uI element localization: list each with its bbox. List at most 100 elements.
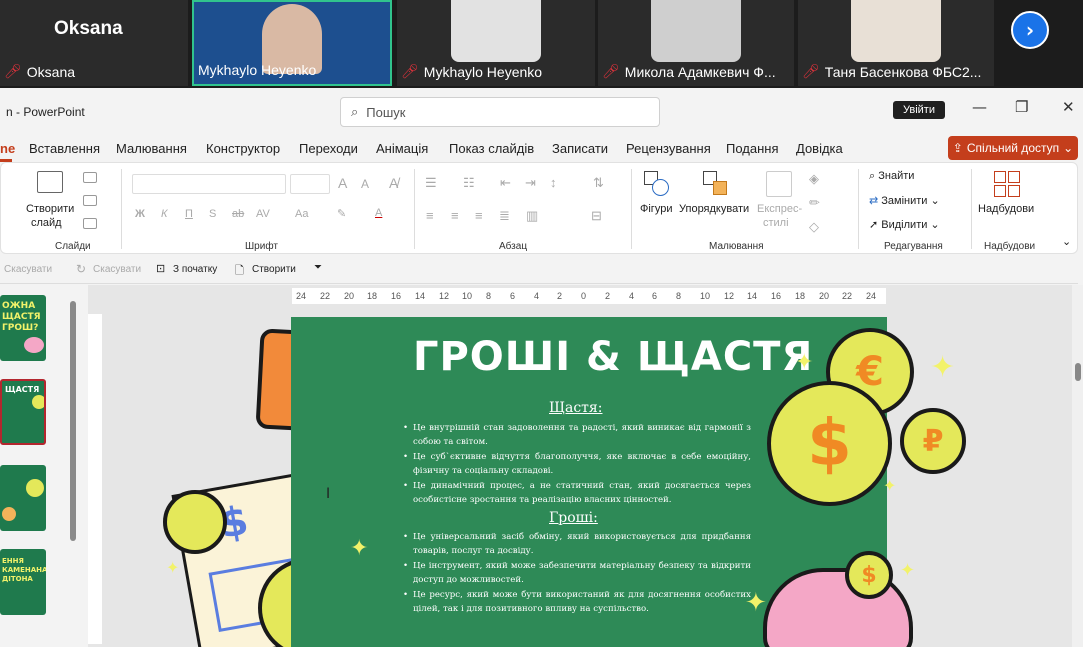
columns-icon[interactable]: ▥ — [526, 208, 538, 224]
next-participants-button[interactable]: › — [1011, 11, 1049, 49]
align-text-icon[interactable]: ⊟ — [591, 208, 602, 224]
close-icon[interactable]: ✕ — [1062, 98, 1075, 116]
tab-animations[interactable]: Анімація — [376, 141, 428, 156]
layout-icon[interactable] — [83, 172, 97, 183]
bullets-icon[interactable]: ☰ — [425, 175, 437, 191]
quick-access-toolbar: Скасувати ↻ Скасувати ⊡ З початку 🗋 Ство… — [0, 256, 1078, 284]
find-button[interactable]: ⌕ Знайти — [869, 170, 914, 183]
slide-thumbnail[interactable]: ЕННЯ КАМЕНАНА ДІТОНА — [0, 549, 46, 615]
sign-in-tooltip[interactable]: Увійти — [893, 101, 945, 119]
tab-home[interactable]: ne — [0, 141, 15, 156]
vertical-scrollbar[interactable] — [1072, 285, 1083, 647]
increase-indent-icon[interactable]: ⇥ — [525, 175, 536, 191]
quick-styles-button[interactable]: Експрес- — [757, 203, 802, 215]
addins-button[interactable]: Надбудови — [978, 203, 1034, 215]
tab-insert[interactable]: Вставлення — [29, 141, 100, 156]
tab-slideshow[interactable]: Показ слайдів — [449, 141, 534, 156]
shape-outline-icon[interactable]: ✏ — [809, 195, 820, 211]
slide-thumbnail[interactable]: ОЖНА ЩАСТЯ ГРОШ? — [0, 295, 46, 361]
participant-tile[interactable]: 🎤︎ Mykhaylo Heyenko — [397, 0, 595, 86]
participant-tile[interactable]: 🎤︎ Микола Адамкевич Ф... — [598, 0, 794, 86]
change-case-button[interactable]: Aa — [295, 208, 308, 220]
dollar-coin-illustration: $ — [767, 381, 892, 506]
tab-help[interactable]: Довідка — [796, 141, 843, 156]
participant-tile-active[interactable]: Mykhaylo Heyenko — [192, 0, 392, 86]
mic-muted-icon: 🎤︎ — [4, 63, 22, 79]
shape-effects-icon[interactable]: ◇ — [809, 219, 819, 235]
decrease-font-icon[interactable]: A — [361, 177, 369, 191]
shapes-button[interactable]: Фігури — [640, 203, 672, 215]
coin-illustration — [163, 490, 227, 554]
participant-tile[interactable]: 🎤︎ Таня Басенкова ФБС2... — [798, 0, 994, 86]
ruler-tick-label: 4 — [534, 291, 540, 301]
align-center-icon[interactable]: ≡ — [451, 208, 459, 223]
slide-thumbnail[interactable] — [0, 465, 46, 531]
money-bullet[interactable]: Це інструмент, який може забезпечити мат… — [403, 559, 751, 588]
tab-transitions[interactable]: Переходи — [299, 141, 358, 156]
clear-format-icon[interactable]: A̸ — [389, 175, 398, 191]
ruler-tick-label: 6 — [652, 291, 658, 301]
slide-thumbnail-selected[interactable]: ЩАСТЯ — [0, 379, 46, 445]
collapse-ribbon-icon[interactable]: ⌄ — [1062, 235, 1071, 248]
justify-icon[interactable]: ≣ — [499, 208, 510, 224]
text-direction-icon[interactable]: ⇅ — [593, 175, 604, 191]
maximize-icon[interactable]: ❐ — [1015, 98, 1028, 116]
tab-design[interactable]: Конструктор — [206, 141, 280, 156]
redo-icon[interactable]: ↻ — [76, 262, 86, 276]
highlight-icon[interactable]: ✎ — [337, 207, 346, 220]
search-box[interactable]: ⌕ Пошук — [340, 97, 660, 127]
money-bullet[interactable]: Це універсальний засіб обміну, який вико… — [403, 530, 751, 559]
participant-tile-oksana[interactable]: Oksana 🎤︎ Oksana — [0, 0, 188, 86]
tab-draw[interactable]: Малювання — [116, 141, 187, 156]
italic-button[interactable]: К — [161, 208, 167, 220]
sparkle-icon: ✦ — [350, 536, 369, 561]
share-button[interactable]: ⇪ Спільний доступ ⌄ — [948, 136, 1078, 160]
chevron-right-icon: › — [1025, 18, 1035, 42]
minimize-icon[interactable]: — — [972, 98, 987, 116]
undo-button[interactable]: Скасувати — [4, 264, 52, 275]
decrease-indent-icon[interactable]: ⇤ — [500, 175, 511, 191]
character-spacing-button[interactable]: AV — [256, 208, 270, 220]
ribbon-divider — [121, 169, 122, 249]
font-size-select[interactable] — [290, 174, 330, 194]
font-name-select[interactable] — [132, 174, 286, 194]
create-button[interactable]: Створити — [252, 264, 296, 275]
numbering-icon[interactable]: ☷ — [463, 175, 475, 191]
new-slide-label2: слайд — [31, 217, 62, 229]
line-spacing-icon[interactable]: ↕ — [550, 175, 557, 190]
new-slide-button[interactable]: Створити — [26, 203, 74, 215]
money-bullet[interactable]: Це ресурс, який може бути використаний я… — [403, 588, 751, 617]
money-heading[interactable]: Гроші: — [549, 510, 598, 526]
tab-record[interactable]: Записати — [552, 141, 608, 156]
align-right-icon[interactable]: ≡ — [475, 208, 483, 223]
happiness-heading[interactable]: Щастя: — [549, 400, 602, 416]
strikethrough-button[interactable]: ab — [232, 208, 244, 220]
search-placeholder: Пошук — [366, 104, 406, 120]
happiness-bullet[interactable]: Це внутрішній стан задоволення та радост… — [403, 421, 751, 450]
underline-button[interactable]: П — [185, 208, 193, 220]
reset-icon[interactable] — [83, 195, 97, 206]
bold-button[interactable]: Ж — [135, 208, 145, 220]
tab-review[interactable]: Рецензування — [626, 141, 711, 156]
thumbnail-scrollbar[interactable] — [70, 301, 76, 541]
slide-title[interactable]: ГРОШІ & ЩАСТЯ — [413, 334, 813, 380]
section-icon[interactable] — [83, 218, 97, 229]
tab-view[interactable]: Подання — [726, 141, 779, 156]
increase-font-icon[interactable]: A — [338, 175, 347, 191]
happiness-bullet[interactable]: Це суб`єктивне відчуття благополуччя, як… — [403, 450, 751, 479]
arrange-button[interactable]: Упорядкувати — [679, 203, 749, 215]
customize-qat-icon[interactable]: ⏷ — [314, 262, 322, 273]
search-icon: ⌕ — [869, 170, 876, 182]
font-color-icon[interactable]: A — [375, 207, 382, 219]
redo-button[interactable]: Скасувати — [93, 264, 141, 275]
cursor-icon: ➚ — [869, 219, 879, 231]
shadow-button[interactable]: S — [209, 208, 216, 220]
align-left-icon[interactable]: ≡ — [426, 208, 434, 223]
shape-fill-icon[interactable]: ◈ — [809, 171, 819, 187]
replace-button[interactable]: ⇄ Замінити ⌄ — [869, 194, 940, 207]
select-button[interactable]: ➚ Виділити ⌄ — [869, 218, 940, 231]
arrange-icon — [703, 171, 729, 197]
happiness-bullet[interactable]: Це динамічний процес, а не статичний ста… — [403, 479, 751, 508]
from-start-button[interactable]: З початку — [173, 264, 217, 275]
ruler-tick-label: 12 — [724, 291, 735, 301]
